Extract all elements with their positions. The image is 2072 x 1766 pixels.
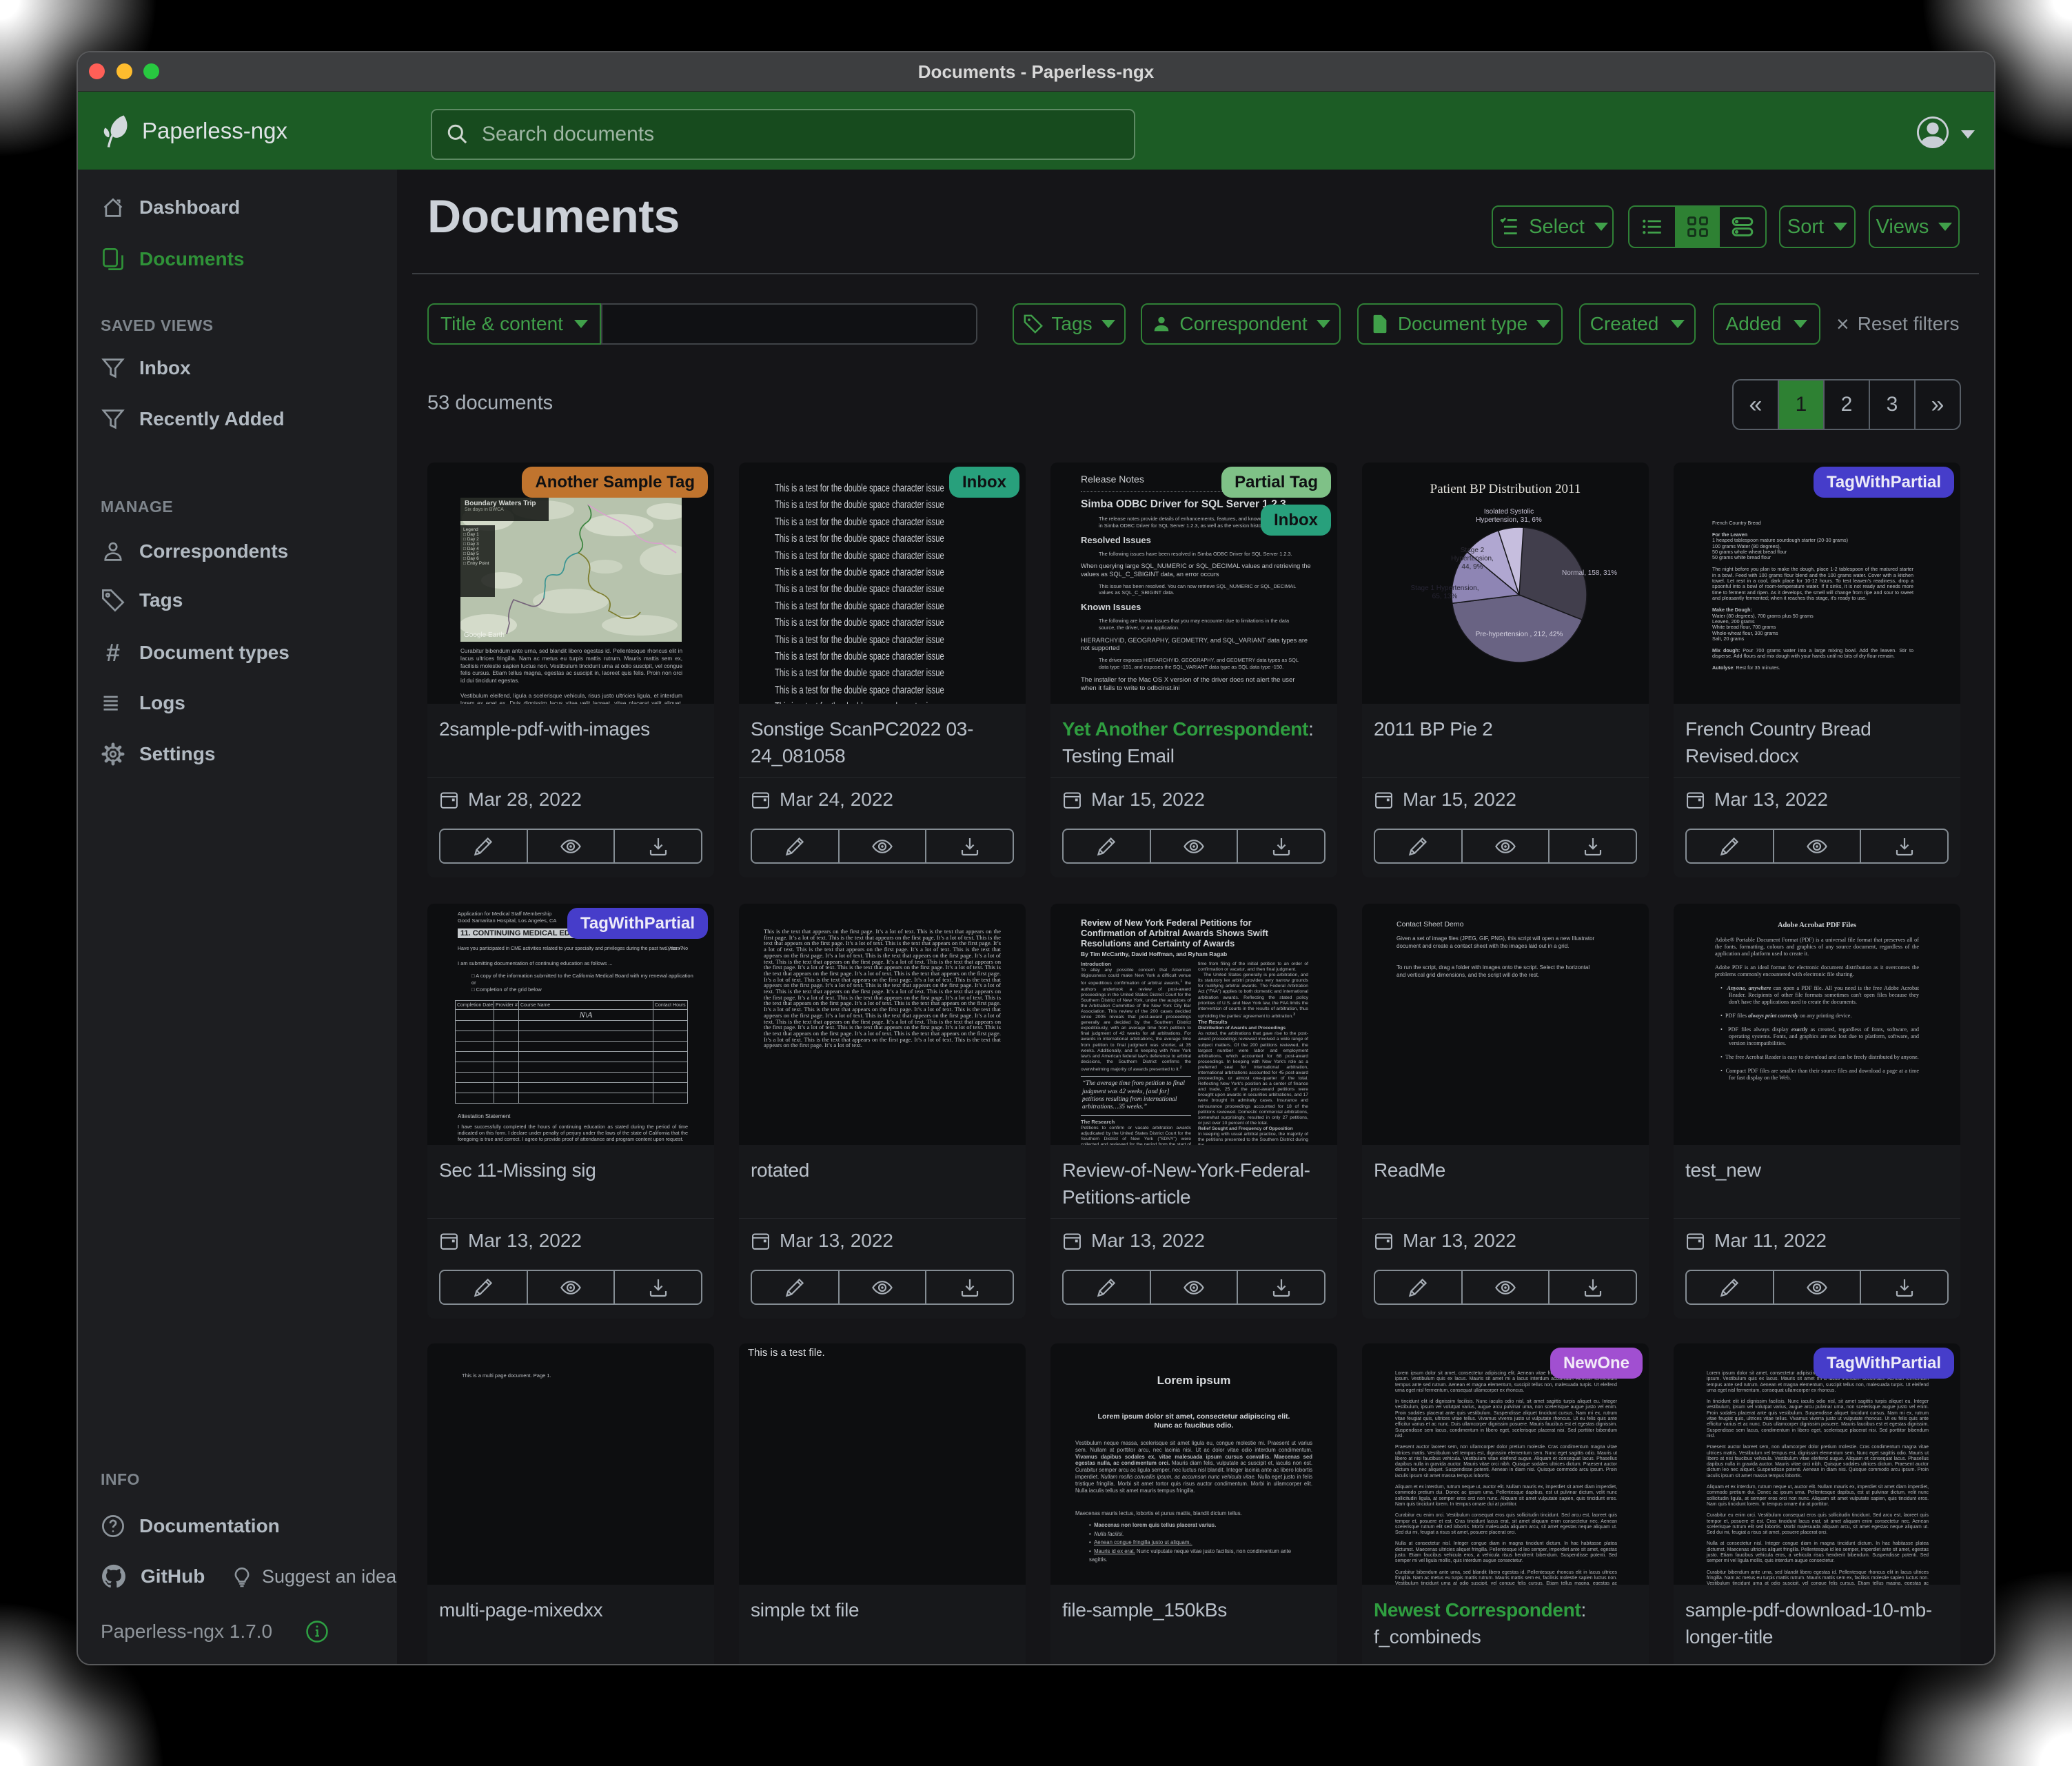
svg-text:Stage 2: Stage 2 xyxy=(1461,547,1485,554)
svg-text:44, 9%: 44, 9% xyxy=(1461,563,1483,571)
svg-text:Stage 1 Hypertension,: Stage 1 Hypertension, xyxy=(1411,585,1479,592)
svg-text:Hypertension, 31, 6%: Hypertension, 31, 6% xyxy=(1476,516,1542,524)
svg-text:Pre-hypertension , 212, 42%: Pre-hypertension , 212, 42% xyxy=(1476,631,1563,638)
svg-text:Normal, 158, 31%: Normal, 158, 31% xyxy=(1562,569,1617,577)
svg-text:65, 13%: 65, 13% xyxy=(1432,593,1458,600)
svg-text:Hypertension,: Hypertension, xyxy=(1451,555,1494,562)
svg-text:Isolated Systolic: Isolated Systolic xyxy=(1484,508,1534,516)
